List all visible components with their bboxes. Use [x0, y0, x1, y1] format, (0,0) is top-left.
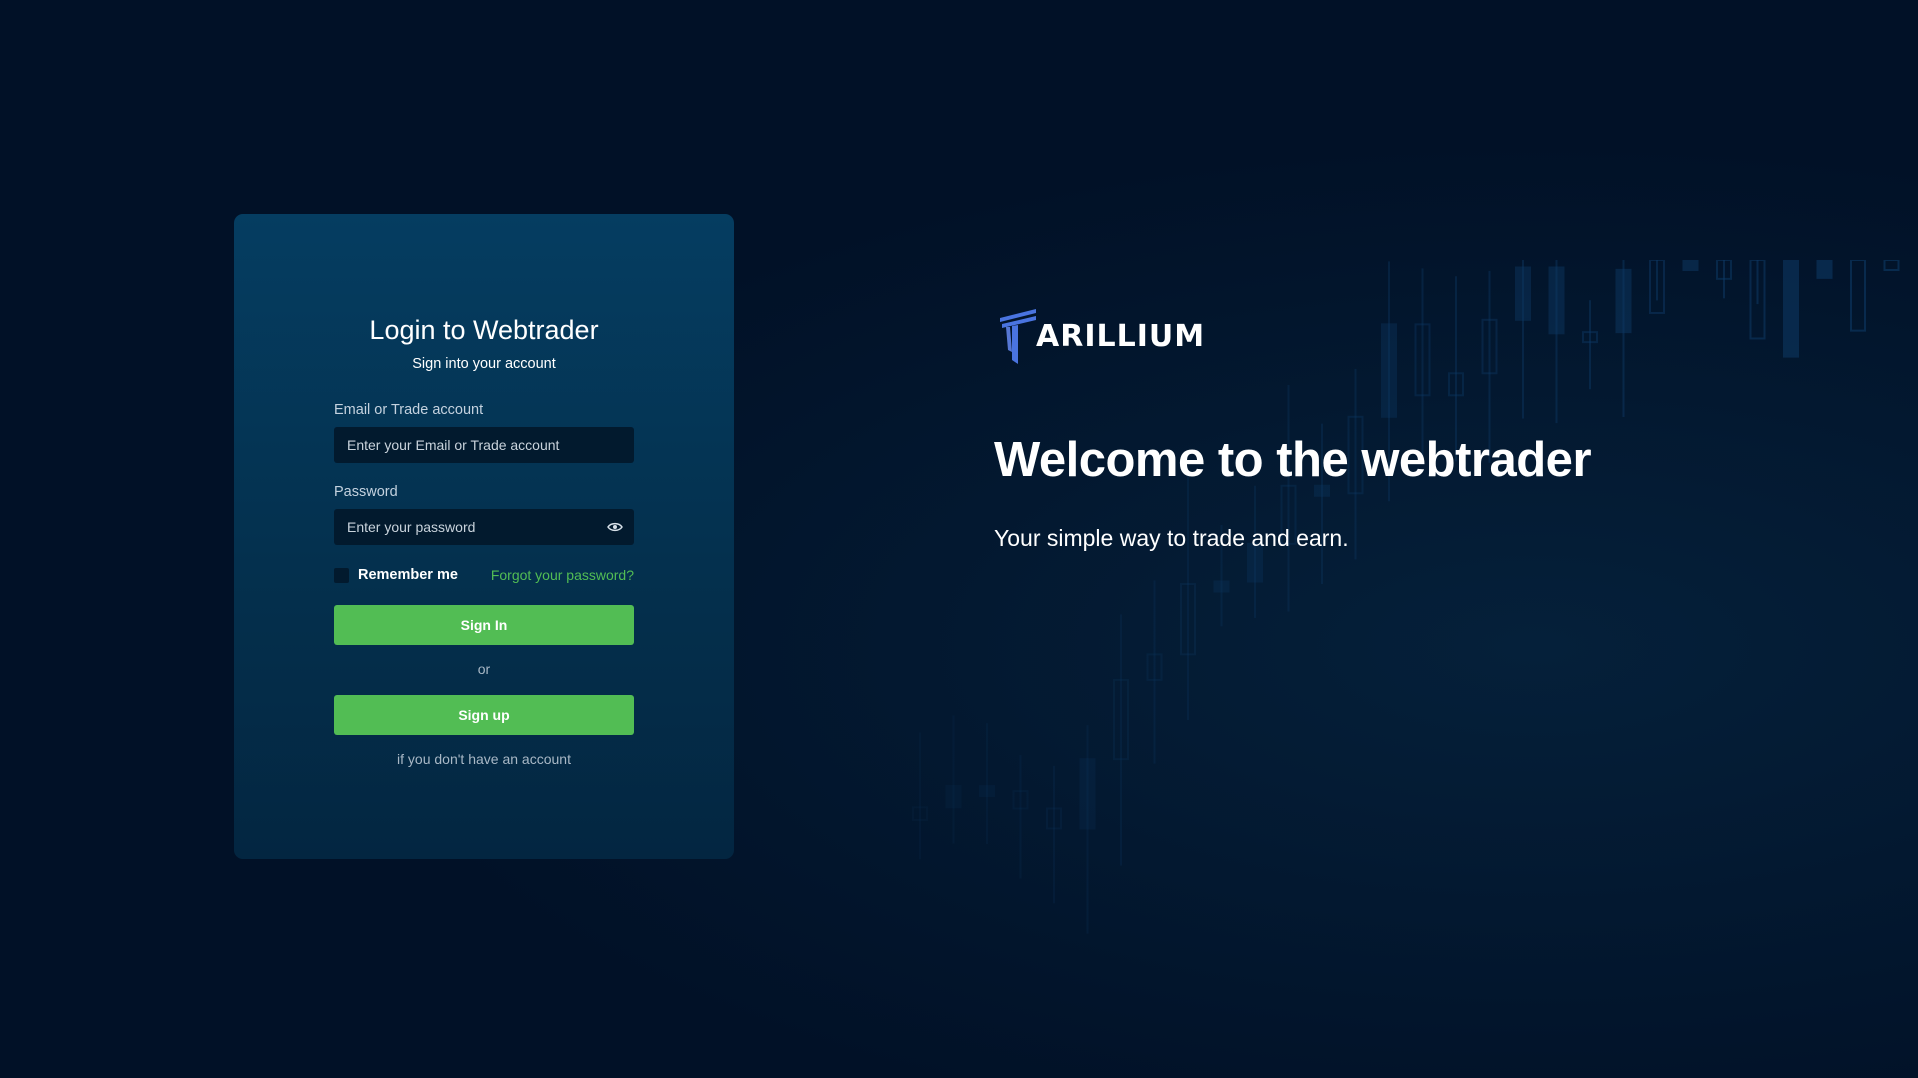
remember-me-label: Remember me [358, 567, 458, 583]
hero-headline: Welcome to the webtrader [994, 433, 1592, 487]
login-card: Login to Webtrader Sign into your accoun… [234, 214, 734, 859]
or-divider: or [477, 661, 491, 677]
remember-me-toggle[interactable]: Remember me [334, 567, 458, 583]
brand-name: ARILLIUM [1036, 318, 1206, 354]
candle-body [1381, 323, 1397, 418]
candle-body [1816, 260, 1833, 279]
candle-body [1883, 260, 1900, 271]
remember-me-checkbox[interactable] [334, 567, 349, 583]
hero-tagline: Your simple way to trade and earn. [994, 525, 1349, 551]
password-field-wrapper [334, 509, 634, 545]
login-title: Login to Webtrader [369, 315, 599, 345]
email-input[interactable] [334, 427, 634, 463]
candle-body [1783, 260, 1799, 358]
login-form: Login to Webtrader Sign into your accoun… [334, 314, 634, 767]
signup-hint: if you don't have an account [397, 751, 571, 767]
sign-up-button[interactable]: Sign up [334, 695, 634, 735]
tarillium-logo-icon [1000, 309, 1036, 364]
candle-body [1079, 758, 1096, 830]
email-field-wrapper [334, 427, 634, 463]
candle-body [979, 785, 995, 798]
candle-body [1213, 580, 1230, 593]
eye-icon[interactable] [607, 520, 623, 534]
brand-logo: ARILLIUM [998, 308, 1205, 364]
login-page: Login to Webtrader Sign into your accoun… [0, 0, 1918, 1078]
password-label: Password [334, 484, 398, 500]
remember-forgot-row: Remember me Forgot your password? [334, 566, 634, 584]
forgot-password-link[interactable]: Forgot your password? [491, 567, 634, 583]
candle-body [1548, 266, 1565, 335]
candle-body [1515, 266, 1531, 321]
candle-body [1615, 268, 1632, 334]
login-subtitle: Sign into your account [412, 356, 556, 372]
candle-body [945, 785, 962, 809]
candle-body [1682, 260, 1699, 271]
sign-in-button[interactable]: Sign In [334, 605, 634, 645]
candle-body [1850, 260, 1866, 332]
password-input[interactable] [334, 509, 634, 545]
email-label: Email or Trade account [334, 402, 484, 418]
candlestick-background [912, 260, 1900, 934]
